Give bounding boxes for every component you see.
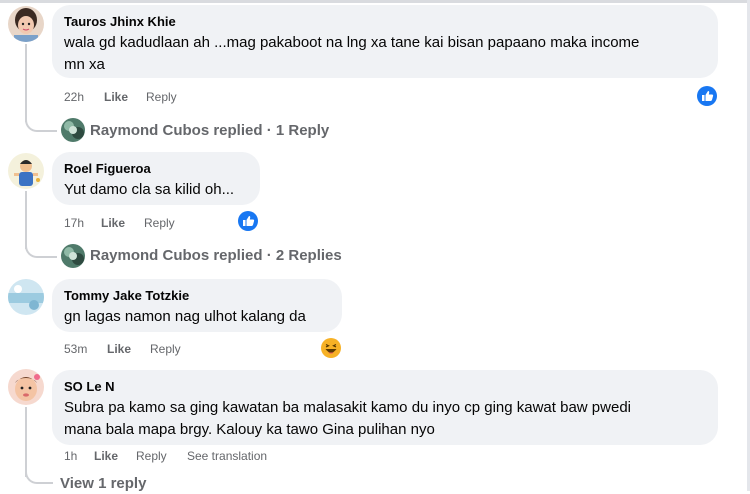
comment-text-line: wala gd kadudlaan ah ...mag pakaboot na … xyxy=(64,34,640,51)
comment-text-line: gn lagas namon nag ulhot kalang da xyxy=(64,308,306,325)
comment-bubble: Tauros Jhinx Khie wala gd kadudlaan ah .… xyxy=(52,5,718,78)
reply-avatar[interactable] xyxy=(61,244,85,268)
comment-bubble: SO Le N Subra pa kamo sa ging kawatan ba… xyxy=(52,370,718,445)
like-reaction-icon[interactable] xyxy=(697,86,717,106)
comment-bubble: Roel Figueroa Yut damo cla sa kilid oh..… xyxy=(52,152,260,205)
reply-button[interactable]: Reply xyxy=(144,215,175,231)
comment-text-line: Yut damo cla sa kilid oh... xyxy=(64,181,235,198)
reply-button[interactable]: Reply xyxy=(136,448,167,464)
comment-author[interactable]: SO Le N xyxy=(64,378,706,395)
thread-connector xyxy=(25,466,53,484)
view-replies-link[interactable]: Raymond Cubos replied · 1 Reply xyxy=(90,121,329,141)
comment-actions: 1h Like Reply See translation xyxy=(64,448,364,464)
comment-actions: 22h Like Reply xyxy=(64,89,364,105)
comment-actions: 53m Like Reply xyxy=(64,341,264,357)
comment-time[interactable]: 1h xyxy=(64,448,77,464)
comment-time[interactable]: 17h xyxy=(64,215,84,231)
view-replies-link[interactable]: View 1 reply xyxy=(60,474,146,494)
comment-text-line: mn xa xyxy=(64,56,105,73)
like-button[interactable]: Like xyxy=(101,215,125,231)
view-replies-link[interactable]: Raymond Cubos replied · 2 Replies xyxy=(90,246,342,266)
comment-actions: 17h Like Reply xyxy=(64,215,264,231)
comment-author[interactable]: Tommy Jake Totzkie xyxy=(64,287,330,304)
comment-text-line: Subra pa kamo sa ging kawatan ba malasak… xyxy=(64,399,631,416)
comment-bubble: Tommy Jake Totzkie gn lagas namon nag ul… xyxy=(52,279,342,332)
reply-button[interactable]: Reply xyxy=(150,341,181,357)
reply-button[interactable]: Reply xyxy=(146,89,177,105)
like-button[interactable]: Like xyxy=(104,89,128,105)
avatar[interactable] xyxy=(8,369,44,405)
thread-connector xyxy=(25,110,57,132)
comment-time[interactable]: 22h xyxy=(64,89,84,105)
avatar[interactable] xyxy=(8,279,44,315)
comment-author[interactable]: Roel Figueroa xyxy=(64,160,248,177)
comment-time[interactable]: 53m xyxy=(64,341,87,357)
avatar[interactable] xyxy=(8,6,44,42)
reply-avatar[interactable] xyxy=(61,118,85,142)
like-reaction-icon[interactable] xyxy=(238,211,258,231)
see-translation-link[interactable]: See translation xyxy=(187,448,267,464)
like-button[interactable]: Like xyxy=(107,341,131,357)
comment-text-line: mana bala mapa brgy. Kalouy ka tawo Gina… xyxy=(64,421,435,438)
avatar[interactable] xyxy=(8,153,44,189)
haha-reaction-icon[interactable] xyxy=(321,338,341,358)
top-border xyxy=(0,0,750,3)
comment-author[interactable]: Tauros Jhinx Khie xyxy=(64,13,706,30)
thread-connector xyxy=(25,236,57,258)
like-button[interactable]: Like xyxy=(94,448,118,464)
